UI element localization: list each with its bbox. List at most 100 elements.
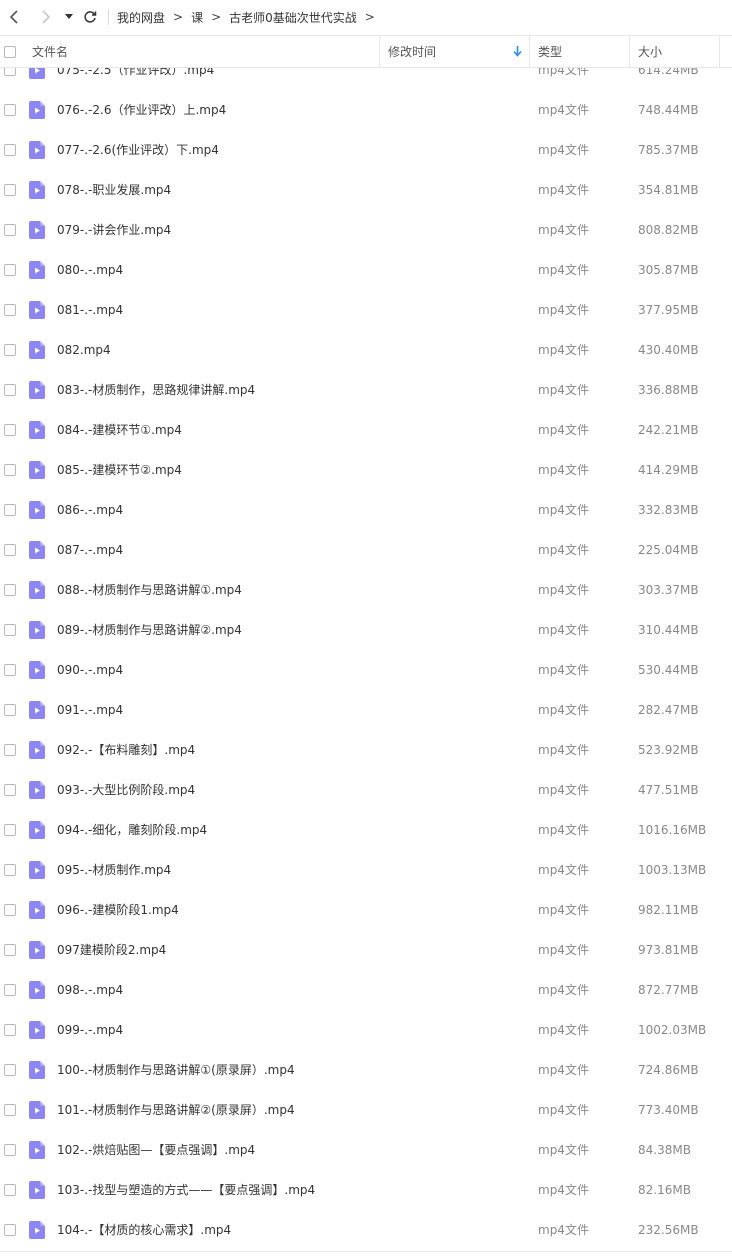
file-name[interactable]: 079-.-讲会作业.mp4: [57, 210, 171, 250]
column-type[interactable]: 类型: [538, 36, 562, 67]
file-row[interactable]: 085-.-建模环节②.mp4 mp4文件 414.29MB: [0, 450, 732, 490]
file-name[interactable]: 083-.-材质制作，思路规律讲解.mp4: [57, 370, 255, 410]
row-checkbox[interactable]: [4, 784, 16, 796]
row-checkbox[interactable]: [4, 824, 16, 836]
file-row[interactable]: 097建模阶段2.mp4 mp4文件 973.81MB: [0, 930, 732, 970]
row-checkbox[interactable]: [4, 464, 16, 476]
column-divider[interactable]: [379, 36, 380, 67]
row-checkbox[interactable]: [4, 504, 16, 516]
column-divider[interactable]: [529, 36, 530, 67]
file-name[interactable]: 080-.-.mp4: [57, 250, 123, 290]
sort-desc-icon[interactable]: [513, 36, 522, 67]
file-name[interactable]: 101-.-材质制作与思路讲解②(原录屏）.mp4: [57, 1090, 295, 1130]
file-row[interactable]: 100-.-材质制作与思路讲解①(原录屏）.mp4 mp4文件 724.86MB: [0, 1050, 732, 1090]
file-row[interactable]: 088-.-材质制作与思路讲解①.mp4 mp4文件 303.37MB: [0, 570, 732, 610]
file-row[interactable]: 087-.-.mp4 mp4文件 225.04MB: [0, 530, 732, 570]
file-row[interactable]: 089-.-材质制作与思路讲解②.mp4 mp4文件 310.44MB: [0, 610, 732, 650]
file-name[interactable]: 086-.-.mp4: [57, 490, 123, 530]
column-divider[interactable]: [719, 36, 720, 67]
file-name[interactable]: 104-.-【材质的核心需求】.mp4: [57, 1210, 231, 1250]
select-all-checkbox[interactable]: [4, 36, 16, 67]
row-checkbox[interactable]: [4, 344, 16, 356]
row-checkbox[interactable]: [4, 104, 16, 116]
column-size[interactable]: 大小: [638, 36, 662, 67]
file-name[interactable]: 102-.-烘焙贴图—【要点强调】.mp4: [57, 1130, 255, 1170]
column-name[interactable]: 文件名: [32, 36, 68, 67]
file-row[interactable]: 094-.-细化，雕刻阶段.mp4 mp4文件 1016.16MB: [0, 810, 732, 850]
file-name[interactable]: 088-.-材质制作与思路讲解①.mp4: [57, 570, 242, 610]
row-checkbox[interactable]: [4, 944, 16, 956]
file-name[interactable]: 096-.-建模阶段1.mp4: [57, 890, 179, 930]
row-checkbox[interactable]: [4, 984, 16, 996]
file-row[interactable]: 093-.-大型比例阶段.mp4 mp4文件 477.51MB: [0, 770, 732, 810]
file-name[interactable]: 087-.-.mp4: [57, 530, 123, 570]
row-checkbox[interactable]: [4, 184, 16, 196]
file-name[interactable]: 095-.-材质制作.mp4: [57, 850, 171, 890]
column-modified[interactable]: 修改时间: [388, 36, 436, 67]
row-checkbox[interactable]: [4, 664, 16, 676]
file-name[interactable]: 099-.-.mp4: [57, 1010, 123, 1050]
row-checkbox[interactable]: [4, 704, 16, 716]
file-name[interactable]: 090-.-.mp4: [57, 650, 123, 690]
file-row[interactable]: 083-.-材质制作，思路规律讲解.mp4 mp4文件 336.88MB: [0, 370, 732, 410]
file-row[interactable]: 081-.-.mp4 mp4文件 377.95MB: [0, 290, 732, 330]
row-checkbox[interactable]: [4, 624, 16, 636]
file-row[interactable]: 104-.-【材质的核心需求】.mp4 mp4文件 232.56MB: [0, 1210, 732, 1250]
file-name[interactable]: 081-.-.mp4: [57, 290, 123, 330]
row-checkbox[interactable]: [4, 1224, 16, 1236]
file-name[interactable]: 076-.-2.6（作业评改）上.mp4: [57, 90, 226, 130]
row-checkbox[interactable]: [4, 904, 16, 916]
breadcrumb-item-current[interactable]: 古老师0基础次世代实战: [229, 9, 357, 26]
file-row[interactable]: 101-.-材质制作与思路讲解②(原录屏）.mp4 mp4文件 773.40MB: [0, 1090, 732, 1130]
row-checkbox[interactable]: [4, 304, 16, 316]
row-checkbox[interactable]: [4, 584, 16, 596]
row-checkbox[interactable]: [4, 864, 16, 876]
file-row[interactable]: 091-.-.mp4 mp4文件 282.47MB: [0, 690, 732, 730]
file-row[interactable]: 090-.-.mp4 mp4文件 530.44MB: [0, 650, 732, 690]
back-button[interactable]: [0, 0, 28, 34]
file-row[interactable]: 077-.-2.6(作业评改）下.mp4 mp4文件 785.37MB: [0, 130, 732, 170]
file-row[interactable]: 082.mp4 mp4文件 430.40MB: [0, 330, 732, 370]
file-name[interactable]: 082.mp4: [57, 330, 111, 370]
row-checkbox[interactable]: [4, 144, 16, 156]
file-name[interactable]: 084-.-建模环节①.mp4: [57, 410, 182, 450]
file-row[interactable]: 098-.-.mp4 mp4文件 872.77MB: [0, 970, 732, 1010]
file-name[interactable]: 077-.-2.6(作业评改）下.mp4: [57, 130, 219, 170]
file-name[interactable]: 085-.-建模环节②.mp4: [57, 450, 182, 490]
file-row[interactable]: 095-.-材质制作.mp4 mp4文件 1003.13MB: [0, 850, 732, 890]
history-dropdown-button[interactable]: [60, 0, 78, 34]
file-row[interactable]: 079-.-讲会作业.mp4 mp4文件 808.82MB: [0, 210, 732, 250]
row-checkbox[interactable]: [4, 544, 16, 556]
file-row[interactable]: 086-.-.mp4 mp4文件 332.83MB: [0, 490, 732, 530]
file-row[interactable]: 102-.-烘焙贴图—【要点强调】.mp4 mp4文件 84.38MB: [0, 1130, 732, 1170]
file-row[interactable]: 103-.-找型与塑造的方式——【要点强调】.mp4 mp4文件 82.16MB: [0, 1170, 732, 1210]
file-row[interactable]: 080-.-.mp4 mp4文件 305.87MB: [0, 250, 732, 290]
row-checkbox[interactable]: [4, 224, 16, 236]
breadcrumb-item-course[interactable]: 课: [191, 9, 203, 26]
file-name[interactable]: 091-.-.mp4: [57, 690, 123, 730]
refresh-button[interactable]: [78, 0, 102, 34]
file-name[interactable]: 093-.-大型比例阶段.mp4: [57, 770, 195, 810]
file-row[interactable]: 092-.-【布料雕刻】.mp4 mp4文件 523.92MB: [0, 730, 732, 770]
file-name[interactable]: 092-.-【布料雕刻】.mp4: [57, 730, 195, 770]
file-name[interactable]: 078-.-职业发展.mp4: [57, 170, 171, 210]
file-row[interactable]: 076-.-2.6（作业评改）上.mp4 mp4文件 748.44MB: [0, 90, 732, 130]
file-name[interactable]: 103-.-找型与塑造的方式——【要点强调】.mp4: [57, 1170, 315, 1210]
row-checkbox[interactable]: [4, 1184, 16, 1196]
forward-button[interactable]: [32, 0, 60, 34]
breadcrumb-item-root[interactable]: 我的网盘: [117, 9, 165, 26]
file-row[interactable]: 096-.-建模阶段1.mp4 mp4文件 982.11MB: [0, 890, 732, 930]
file-row[interactable]: 084-.-建模环节①.mp4 mp4文件 242.21MB: [0, 410, 732, 450]
row-checkbox[interactable]: [4, 264, 16, 276]
file-name[interactable]: 100-.-材质制作与思路讲解①(原录屏）.mp4: [57, 1050, 295, 1090]
row-checkbox[interactable]: [4, 424, 16, 436]
file-row[interactable]: 078-.-职业发展.mp4 mp4文件 354.81MB: [0, 170, 732, 210]
row-checkbox[interactable]: [4, 1064, 16, 1076]
file-name[interactable]: 097建模阶段2.mp4: [57, 930, 166, 970]
file-name[interactable]: 098-.-.mp4: [57, 970, 123, 1010]
file-name[interactable]: 094-.-细化，雕刻阶段.mp4: [57, 810, 207, 850]
row-checkbox[interactable]: [4, 1144, 16, 1156]
row-checkbox[interactable]: [4, 1104, 16, 1116]
file-row[interactable]: 099-.-.mp4 mp4文件 1002.03MB: [0, 1010, 732, 1050]
file-name[interactable]: 089-.-材质制作与思路讲解②.mp4: [57, 610, 242, 650]
